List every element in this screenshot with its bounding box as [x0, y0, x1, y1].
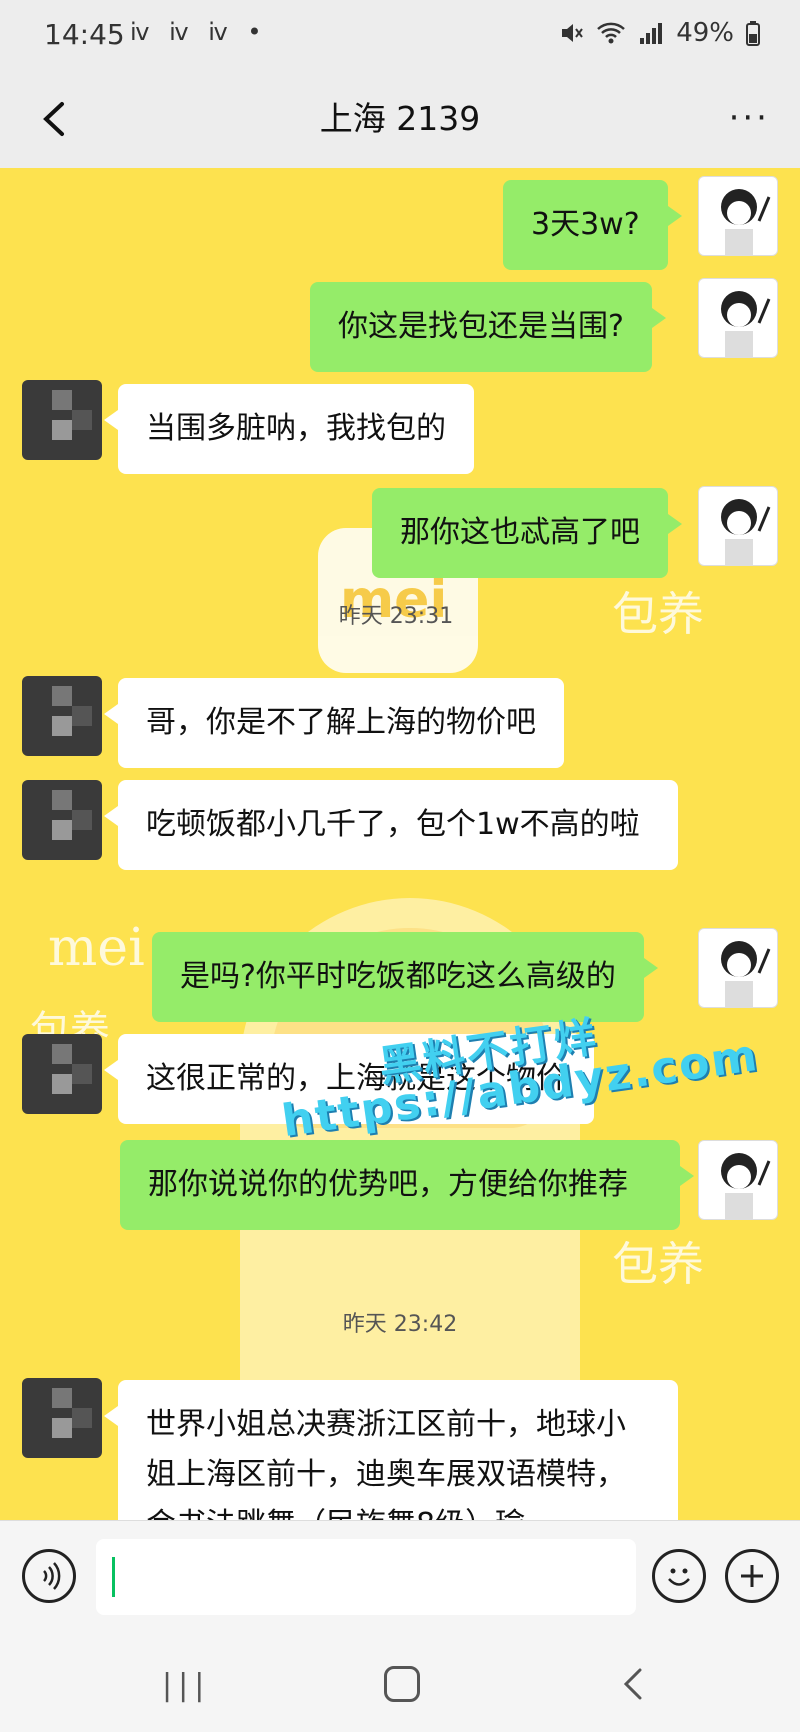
message-bubble-out[interactable]: 那你说说你的优势吧，方便给你推荐: [120, 1140, 694, 1230]
more-options-icon[interactable]: ···: [729, 98, 770, 138]
plus-sign-icon: [741, 1565, 763, 1587]
avatar-pixel: [52, 420, 72, 440]
message-bubble-in[interactable]: 吃顿饭都小几千了，包个1w不高的啦: [104, 780, 678, 870]
avatar-pixel: [72, 810, 92, 830]
timestamp-label: 昨天 23:42: [342, 1312, 458, 1337]
avatar-pixel: [52, 820, 72, 840]
smiley-icon: [668, 1568, 690, 1586]
battery-icon: [746, 21, 760, 46]
contact-avatar[interactable]: [22, 1034, 102, 1114]
status-right: 49%: [558, 18, 760, 48]
avatar-pixel: [72, 706, 92, 726]
wifi-icon: [597, 22, 626, 44]
my-avatar[interactable]: [698, 278, 778, 358]
plus-icon[interactable]: [725, 1549, 779, 1603]
chat-header: 上海 2139 ···: [0, 72, 800, 168]
cartoon-avatar-icon: [721, 189, 771, 255]
system-nav-bar: |||: [0, 1640, 800, 1732]
text-caret: [112, 1557, 115, 1597]
avatar-pixel: [52, 1388, 72, 1408]
avatar-pixel: [52, 1074, 72, 1094]
message-bubble-in[interactable]: 哥，你是不了解上海的物价吧: [104, 678, 564, 768]
mute-icon: [562, 24, 584, 42]
avatar-pixel: [52, 390, 72, 410]
status-bar: 14:45 ⅳ ⅳ ⅳ • 49%: [0, 0, 800, 72]
background-script-2: mei: [48, 918, 145, 978]
my-avatar[interactable]: [698, 928, 778, 1008]
avatar-pixel: [52, 1418, 72, 1438]
cartoon-avatar-icon: [721, 291, 771, 357]
contact-avatar[interactable]: [22, 380, 102, 460]
voice-icon[interactable]: [22, 1549, 76, 1603]
timestamp-label: 昨天 23:31: [338, 604, 454, 629]
notification-icons: ⅳ ⅳ ⅳ •: [130, 18, 268, 46]
status-time: 14:45: [44, 18, 125, 51]
contact-avatar[interactable]: [22, 676, 102, 756]
message-bubble-out[interactable]: 那你这也忒高了吧: [372, 488, 682, 578]
message-input[interactable]: [96, 1539, 636, 1615]
home-icon[interactable]: [384, 1666, 420, 1702]
nav-back-icon[interactable]: [614, 1664, 654, 1704]
message-bubble-out[interactable]: 3天3w?: [503, 180, 682, 270]
contact-avatar[interactable]: [22, 1378, 102, 1458]
recents-icon[interactable]: |||: [162, 1668, 210, 1703]
message-bubble-out[interactable]: 你这是找包还是当围?: [310, 282, 666, 372]
message-bubble-in[interactable]: 当围多脏呐，我找包的: [104, 384, 474, 474]
emoji-icon[interactable]: [652, 1549, 706, 1603]
background-script-4: 包养: [612, 1237, 704, 1291]
contact-avatar[interactable]: [22, 780, 102, 860]
avatar-pixel: [72, 1408, 92, 1428]
avatar-pixel: [72, 1064, 92, 1084]
message-bubble-in[interactable]: 世界小姐总决赛浙江区前十，地球小姐上海区前十，迪奥车展双语模特，会书法跳舞（民族…: [104, 1380, 678, 1520]
voice-wave-icon: [43, 1562, 61, 1590]
input-bar: [0, 1520, 800, 1640]
my-avatar[interactable]: [698, 176, 778, 256]
avatar-pixel: [52, 790, 72, 810]
my-avatar[interactable]: [698, 1140, 778, 1220]
chat-area[interactable]: mei 包养 mei 包养 包养 3天3w? 你这是找包还是当围? 当围多脏呐，…: [0, 168, 800, 1520]
my-avatar[interactable]: [698, 486, 778, 566]
battery-percent: 49%: [676, 18, 734, 48]
signal-icon: [640, 23, 663, 44]
cartoon-avatar-icon: [721, 499, 771, 565]
avatar-pixel: [72, 410, 92, 430]
avatar-pixel: [52, 716, 72, 736]
cartoon-avatar-icon: [721, 941, 771, 1007]
avatar-pixel: [52, 686, 72, 706]
cartoon-avatar-icon: [721, 1153, 771, 1219]
chat-title: 上海 2139: [319, 99, 481, 138]
avatar-pixel: [52, 1044, 72, 1064]
